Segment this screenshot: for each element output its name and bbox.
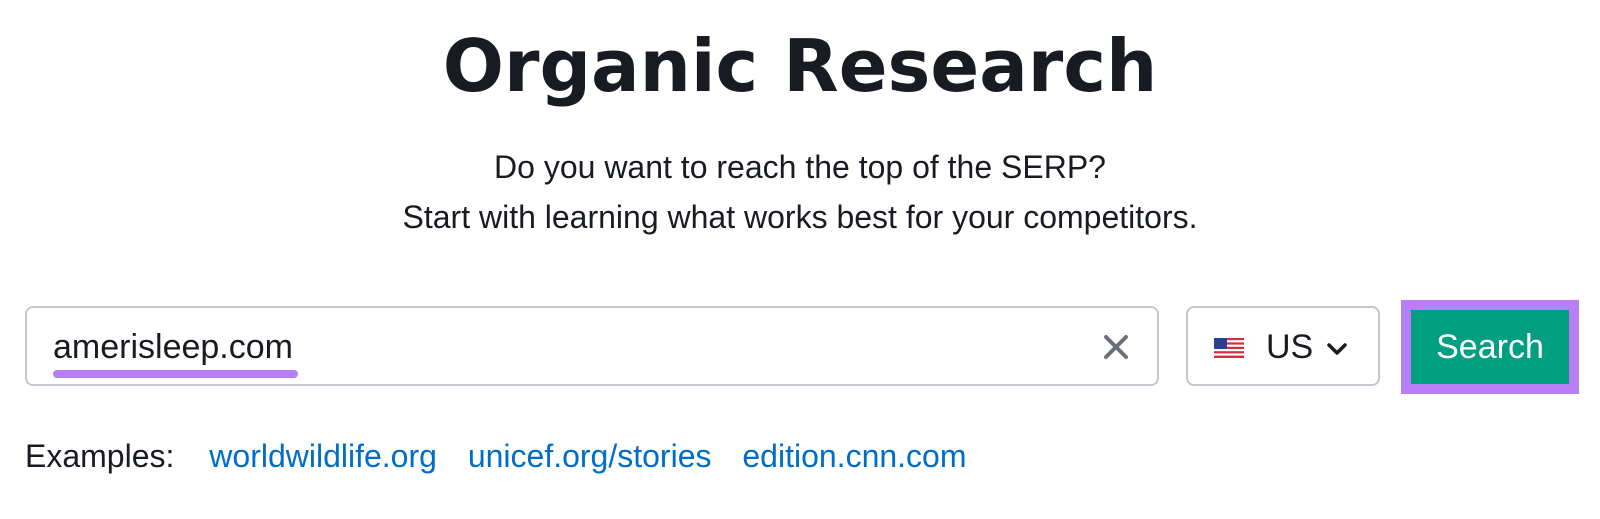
example-link-unicef[interactable]: unicef.org/stories	[468, 438, 712, 474]
close-icon[interactable]	[1099, 330, 1133, 364]
example-link-worldwildlife[interactable]: worldwildlife.org	[209, 438, 437, 474]
country-select[interactable]: US	[1186, 306, 1380, 386]
examples-label: Examples:	[25, 438, 175, 474]
country-label: US	[1266, 328, 1314, 366]
chevron-down-icon	[1324, 336, 1350, 362]
organic-research-page: Organic Research Do you want to reach th…	[0, 0, 1600, 519]
example-link-cnn[interactable]: edition.cnn.com	[742, 438, 966, 474]
input-highlight-underline	[53, 370, 298, 378]
us-flag-icon	[1214, 338, 1244, 358]
subtitle-line-1: Do you want to reach the top of the SERP…	[494, 149, 1106, 185]
page-subtitle: Do you want to reach the top of the SERP…	[0, 142, 1600, 242]
domain-search-box	[25, 306, 1159, 386]
page-title: Organic Research	[442, 24, 1158, 108]
subtitle-line-2: Start with learning what works best for …	[402, 199, 1198, 235]
domain-search-input[interactable]	[53, 322, 1053, 372]
examples-row: Examples: worldwildlife.org unicef.org/s…	[25, 436, 989, 476]
search-button[interactable]: Search	[1411, 310, 1569, 384]
